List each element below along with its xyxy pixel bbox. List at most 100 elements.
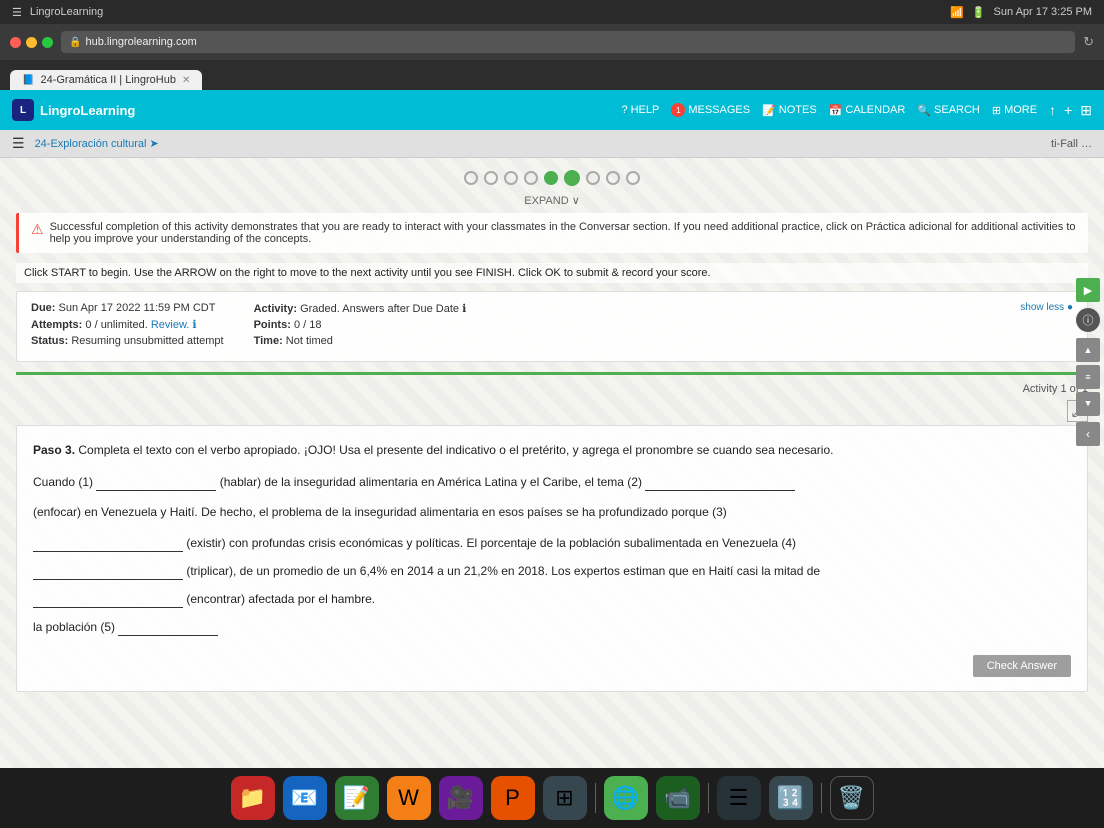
dock-app-system[interactable]: ☰: [717, 776, 761, 820]
hamburger-icon[interactable]: ☰: [12, 135, 25, 152]
paso-instruction: Paso 3. Completa el texto con el verbo a…: [33, 440, 1071, 460]
logo-text: LingroLearning: [40, 103, 135, 118]
green-separator: [16, 372, 1088, 375]
due-label: Due:: [31, 302, 55, 314]
prog-dot-8: [606, 171, 620, 185]
sentence-5: la población (5): [33, 615, 1071, 639]
prog-dot-4: [524, 171, 538, 185]
time-row: Time: Not timed: [254, 335, 467, 347]
dock-app-chrome[interactable]: 🌐: [604, 776, 648, 820]
address-bar[interactable]: 🔒 hub.lingrolearning.com: [61, 31, 1075, 53]
dock-app-notes[interactable]: 📝: [335, 776, 379, 820]
close-button[interactable]: [10, 37, 21, 48]
paso-text: Completa el texto con el verbo apropiado…: [78, 443, 833, 457]
sentence-4: (encontrar) afectada por el hambre.: [33, 587, 1071, 611]
instruction-text: Click START to begin. Use the ARROW on t…: [16, 263, 1088, 283]
grid-icon: ⊞: [992, 104, 1001, 117]
input-4[interactable]: [33, 563, 183, 580]
dock-separator: [595, 783, 596, 813]
window-controls: [10, 37, 53, 48]
share-icon[interactable]: ↑: [1049, 102, 1056, 119]
expand-label[interactable]: EXPAND ∨: [16, 194, 1088, 207]
course-breadcrumb[interactable]: 24-Exploración cultural ➤: [35, 137, 159, 150]
course-nav: ☰ 24-Exploración cultural ➤ ti-Fall …: [0, 130, 1104, 158]
play-button[interactable]: ▶: [1076, 278, 1100, 302]
add-tab-icon[interactable]: +: [1064, 102, 1072, 119]
check-answer-area: Check Answer: [33, 647, 1071, 677]
tab-favicon: 📘: [22, 75, 34, 86]
notes-nav-item[interactable]: 📝 NOTES: [762, 104, 817, 117]
dock-app-ppt[interactable]: P: [491, 776, 535, 820]
detail-right: Activity: Graded. Answers after Due Date…: [254, 302, 467, 351]
battery-icon: 🔋: [972, 6, 986, 19]
dock-app-grid[interactable]: ⊞: [543, 776, 587, 820]
input-5[interactable]: [118, 619, 218, 636]
scroll-mid[interactable]: ≡: [1076, 365, 1100, 389]
browser-chrome: 🔒 hub.lingrolearning.com ↻: [0, 24, 1104, 60]
prog-dot-1: [464, 171, 478, 185]
grid-view-icon[interactable]: ⊞: [1080, 102, 1092, 119]
notes-label: NOTES: [779, 104, 817, 116]
review-link[interactable]: Review. ℹ: [151, 319, 197, 331]
sentence-2: (enfocar) en Venezuela y Haití. De hecho…: [33, 502, 1071, 522]
show-less-link[interactable]: show less ●: [1020, 302, 1073, 313]
status-value: Resuming unsubmitted attempt: [71, 335, 223, 347]
help-nav-item[interactable]: ? HELP: [621, 104, 659, 116]
minimize-button[interactable]: [26, 37, 37, 48]
dock-separator-3: [821, 783, 822, 813]
dock-separator-2: [708, 783, 709, 813]
info-text: Successful completion of this activity d…: [50, 221, 1076, 245]
dock-app-word[interactable]: W: [387, 776, 431, 820]
macos-bar: ☰ LingroLearning 📶 🔋 Sun Apr 17 3:25 PM: [0, 0, 1104, 24]
points-label: Points:: [254, 319, 291, 331]
prog-dot-6: [564, 170, 580, 186]
calendar-nav-item[interactable]: 📅 CALENDAR: [829, 104, 906, 117]
lingro-nav: L LingroLearning ? HELP 1 MESSAGES 📝 NOT…: [0, 90, 1104, 130]
points-value: 0 / 18: [294, 319, 322, 331]
nav-right: ? HELP 1 MESSAGES 📝 NOTES 📅 CALENDAR 🔍 S…: [621, 102, 1092, 119]
line1-verb: (hablar) de la inseguridad alimentaria e…: [220, 475, 642, 489]
dock-app-mail[interactable]: 📧: [283, 776, 327, 820]
input-1[interactable]: [96, 474, 216, 491]
menu-icon[interactable]: ☰: [12, 6, 22, 19]
lingro-logo: L LingroLearning: [12, 99, 135, 121]
scroll-controls: ▲ ≡ ▲: [1076, 338, 1100, 416]
input-encontrar[interactable]: [33, 591, 183, 608]
attempts-row: Attempts: 0 / unlimited. Review. ℹ: [31, 318, 224, 331]
time-value: Not timed: [286, 335, 333, 347]
url-text: hub.lingrolearning.com: [85, 36, 196, 48]
reload-icon[interactable]: ↻: [1083, 34, 1094, 50]
activity-detail: Due: Sun Apr 17 2022 11:59 PM CDT Attemp…: [16, 291, 1088, 362]
dock-app-camera[interactable]: 🎥: [439, 776, 483, 820]
more-nav-item[interactable]: ⊞ MORE: [992, 104, 1037, 117]
input-3[interactable]: [33, 535, 183, 552]
scroll-down[interactable]: ▲: [1076, 392, 1100, 416]
dock-app-finder[interactable]: 📁: [231, 776, 275, 820]
prog-dot-2: [484, 171, 498, 185]
activity-row: Activity: Graded. Answers after Due Date…: [254, 302, 467, 315]
prog-dot-9: [626, 171, 640, 185]
help-icon: ?: [621, 104, 627, 116]
question-area: Paso 3. Completa el texto con el verbo a…: [16, 425, 1088, 692]
dock-app-numlite[interactable]: 🔢: [769, 776, 813, 820]
info-box: ⚠ Successful completion of this activity…: [16, 213, 1088, 253]
instruction-content: Click START to begin. Use the ARROW on t…: [24, 267, 711, 279]
info-button[interactable]: ⓘ: [1076, 308, 1100, 332]
check-answer-button[interactable]: Check Answer: [973, 655, 1071, 677]
tab-close-icon[interactable]: ✕: [182, 75, 190, 86]
bottom-dock: 📁 📧 📝 W 🎥 P ⊞ 🌐 📹 ☰ 🔢 🗑️: [0, 768, 1104, 828]
dock-app-facetime[interactable]: 📹: [656, 776, 700, 820]
search-nav-item[interactable]: 🔍 SEARCH: [917, 104, 980, 117]
dock-trash[interactable]: 🗑️: [830, 776, 874, 820]
logo-icon: L: [12, 99, 34, 121]
chevron-left-button[interactable]: ‹: [1076, 422, 1100, 446]
right-panel: ▶ ⓘ ▲ ≡ ▲ ‹: [1076, 278, 1100, 446]
input-2[interactable]: [645, 474, 795, 491]
activity-label: Activity:: [254, 303, 297, 315]
activity-value: Graded. Answers after Due Date ℹ: [300, 303, 466, 315]
scroll-up[interactable]: ▲: [1076, 338, 1100, 362]
tab-bar: 📘 24-Gramática II | LingroHub ✕: [0, 60, 1104, 90]
messages-nav-item[interactable]: 1 MESSAGES: [671, 103, 750, 117]
maximize-button[interactable]: [42, 37, 53, 48]
active-tab[interactable]: 📘 24-Gramática II | LingroHub ✕: [10, 70, 202, 90]
